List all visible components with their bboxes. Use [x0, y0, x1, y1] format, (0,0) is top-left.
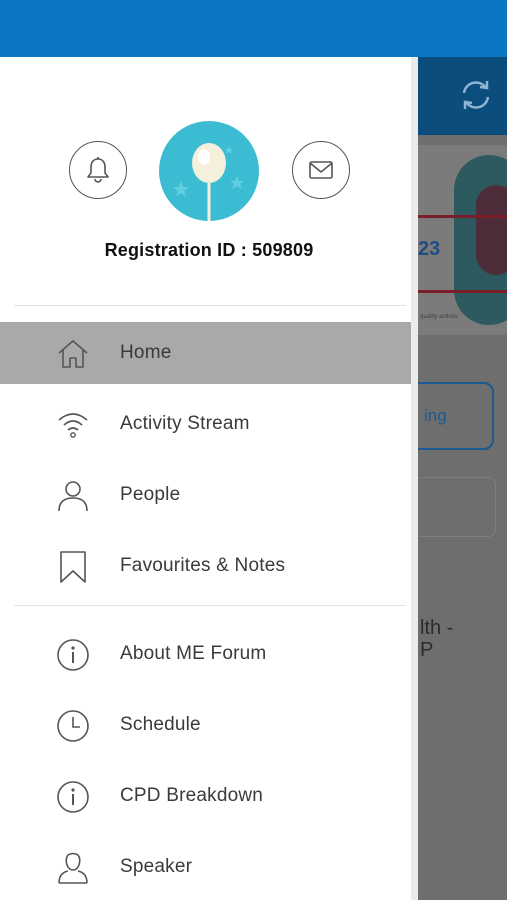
speaker-person-icon	[58, 852, 88, 884]
menu-item-favourites-notes[interactable]: Favourites & Notes	[0, 535, 418, 597]
background-app[interactable]: 23 quality actions ing lth - P	[418, 57, 507, 900]
drawer-scrollbar[interactable]	[411, 57, 418, 900]
background-button-label: ing	[424, 406, 447, 425]
notifications-button[interactable]	[69, 141, 127, 199]
background-card	[418, 477, 496, 537]
menu-item-label: Favourites & Notes	[120, 555, 286, 576]
menu-item-schedule[interactable]: Schedule	[0, 694, 418, 756]
person-icon	[58, 481, 88, 512]
background-button: ing	[418, 382, 494, 450]
menu-item-label: Speaker	[120, 856, 193, 877]
mail-icon	[309, 161, 333, 179]
info-icon	[57, 639, 89, 671]
menu-item-label: About ME Forum	[120, 643, 267, 664]
info-icon	[57, 781, 89, 813]
menu-item-label: People	[120, 484, 181, 505]
messages-button[interactable]	[292, 141, 350, 199]
menu-item-label: Schedule	[120, 714, 201, 735]
menu-item-label: Home	[120, 342, 172, 363]
menu-item-people[interactable]: People	[0, 464, 418, 526]
menu-item-label: Activity Stream	[120, 413, 250, 434]
menu-item-about-me-forum[interactable]: About ME Forum	[0, 623, 418, 685]
wifi-icon	[58, 413, 88, 438]
avatar-image	[173, 143, 244, 221]
home-icon	[58, 340, 88, 368]
background-banner-text: 23	[418, 238, 441, 260]
bell-icon	[87, 157, 109, 183]
refresh-icon	[462, 81, 490, 109]
background-topbar	[418, 57, 507, 135]
menu-item-label: CPD Breakdown	[120, 785, 264, 806]
menu-item-cpd-breakdown[interactable]: CPD Breakdown	[0, 765, 418, 827]
navigation-drawer: Registration ID : 509809 Home Activity S…	[0, 57, 418, 900]
menu-item-home[interactable]: Home	[0, 322, 418, 384]
background-banner-caption: quality actions	[420, 314, 459, 320]
clock-icon	[57, 710, 89, 742]
divider	[14, 605, 406, 606]
avatar[interactable]	[159, 121, 259, 221]
divider	[14, 305, 406, 306]
bookmark-icon	[60, 551, 86, 583]
background-card-text: lth - P	[420, 617, 454, 661]
menu-item-speaker[interactable]: Speaker	[0, 836, 418, 898]
status-bar	[0, 0, 507, 57]
menu-item-activity-stream[interactable]: Activity Stream	[0, 393, 418, 455]
registration-id: Registration ID : 509809	[104, 240, 314, 260]
